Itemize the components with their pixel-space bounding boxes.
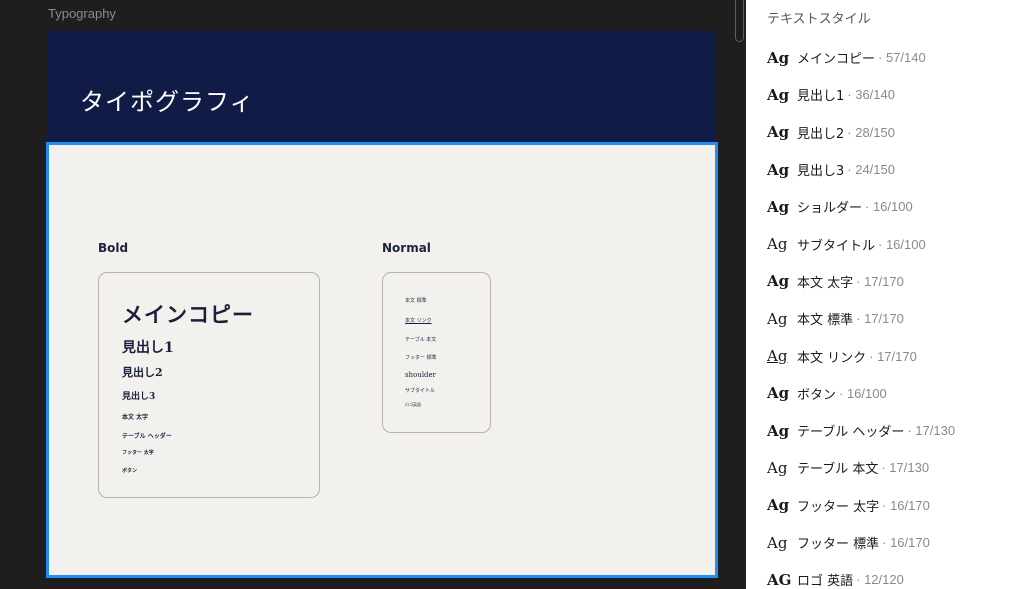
normal-styles-card[interactable]: 本文 標準 本文 リンク テーブル 本文 フッター 標準 shoulder サブ… [382,272,491,433]
style-size-meta: · 17/130 [881,460,930,476]
text-style-item[interactable]: AG ロゴ 英語 · 12/120 [746,561,1024,589]
text-style-item[interactable]: Ag サブタイトル · 16/100 [746,225,1024,262]
style-size-meta: · 16/100 [865,199,913,215]
sample-body-link: 本文 リンク [405,318,432,324]
style-size-meta: · 36/140 [847,87,895,103]
sample-table-header: テーブル ヘッダー [122,433,172,440]
style-size-meta: · 17/170 [856,273,904,289]
style-preview-icon: Ag [767,272,790,291]
style-size-meta: · 57/140 [878,50,926,66]
sample-footer-normal: フッター 標準 [405,355,437,361]
hero-frame[interactable]: タイポグラフィ [48,31,716,142]
style-preview-icon: Ag [767,85,790,104]
normal-heading: Normal [382,241,431,255]
hero-title[interactable]: タイポグラフィ [80,82,255,117]
text-style-item[interactable]: Ag 見出し1 · 36/140 [746,76,1024,113]
bold-styles-card[interactable]: メインコピー 見出し1 見出し2 見出し3 本文 太字 テーブル ヘッダー フッ… [98,272,320,498]
vertical-scrollbar[interactable] [735,0,744,42]
panel-title: テキストスタイル [767,12,871,27]
style-preview-icon: Ag [767,496,790,515]
style-preview-icon: Ag [767,309,788,328]
sample-heading-2: 見出し2 [122,366,163,379]
style-name: 見出し2 [797,126,845,142]
style-name: 見出し3 [797,164,845,180]
sample-body-normal: 本文 標準 [405,298,427,304]
style-size-meta: · 17/170 [869,348,917,364]
style-preview-icon: AG [767,570,792,589]
style-preview-icon: Ag [767,160,790,179]
text-style-item[interactable]: Ag 本文 標準 · 17/170 [746,300,1024,337]
sample-logo-english: ロゴ英語 [405,402,421,407]
text-style-item[interactable]: Ag 本文 太字 · 17/170 [746,263,1024,300]
style-name: ボタン [797,387,837,403]
text-style-item[interactable]: Ag テーブル ヘッダー · 17/130 [746,412,1024,449]
sample-table-body: テーブル 本文 [405,337,437,343]
style-preview-icon: Ag [767,347,788,366]
style-preview-icon: Ag [767,197,790,216]
text-style-item[interactable]: Ag 本文 リンク · 17/170 [746,337,1024,374]
selected-section-frame[interactable]: Bold Normal メインコピー 見出し1 見出し2 見出し3 本文 太字 … [46,142,718,578]
style-name: 見出し1 [797,89,845,105]
sample-footer-bold: フッター 太字 [122,450,154,456]
style-size-meta: · 16/170 [882,535,930,550]
text-style-item[interactable]: Ag ショルダー · 16/100 [746,188,1024,225]
text-style-item[interactable]: Ag フッター 太字 · 16/170 [746,487,1024,524]
sample-shoulder: shoulder [405,371,437,379]
sample-button: ボタン [122,468,138,474]
style-size-meta: · 16/100 [839,385,887,401]
design-canvas[interactable]: Typography タイポグラフィ Bold Normal メインコピー 見出… [0,0,746,589]
style-name: サブタイトル [797,238,876,254]
sample-heading-1: 見出し1 [122,340,174,356]
style-preview-icon: Ag [767,458,788,477]
text-style-item[interactable]: Ag 見出し3 · 24/150 [746,151,1024,188]
style-name: フッター 標準 [797,537,880,552]
style-preview-icon: Ag [767,123,790,142]
text-style-item[interactable]: Ag ボタン · 16/100 [746,375,1024,412]
style-size-meta: · 17/130 [907,423,956,439]
style-preview-icon: Ag [767,421,790,440]
style-preview-icon: Ag [767,235,788,254]
style-name: ロゴ 英語 [797,574,854,589]
text-style-item[interactable]: Ag メインコピー · 57/140 [746,39,1024,76]
sample-main-copy: メインコピー [122,302,254,327]
style-name: 本文 太字 [797,275,854,291]
style-size-meta: · 12/120 [856,572,904,588]
style-name: テーブル ヘッダー [797,425,905,441]
style-size-meta: · 17/170 [856,311,904,327]
text-styles-panel: テキストスタイル Ag メインコピー · 57/140 Ag 見出し1 · 36/140 A… [746,0,1024,589]
sample-body-bold: 本文 太字 [122,414,149,421]
text-style-item[interactable]: Ag テーブル 本文 · 17/130 [746,449,1024,486]
style-name: テーブル 本文 [797,462,879,478]
text-style-list: Ag メインコピー · 57/140 Ag 見出し1 · 36/140 Ag 見出し2 · 28… [746,39,1024,589]
style-name: ショルダー [797,201,863,217]
bold-heading: Bold [98,241,129,255]
style-name: 本文 標準 [797,313,854,329]
sample-heading-3: 見出し3 [122,392,156,402]
style-size-meta: · 28/150 [847,124,895,140]
frame-label[interactable]: Typography [48,6,116,21]
style-name: 本文 リンク [797,350,867,366]
text-style-item[interactable]: Ag フッター 標準 · 16/170 [746,524,1024,561]
sample-subtitle: サブタイトル [405,388,436,394]
style-preview-icon: Ag [767,533,788,552]
style-size-meta: · 16/170 [882,497,930,513]
style-preview-icon: Ag [767,384,790,403]
style-size-meta: · 24/150 [847,162,895,178]
text-style-item[interactable]: Ag 見出し2 · 28/150 [746,114,1024,151]
style-name: メインコピー [797,52,876,68]
style-size-meta: · 16/100 [878,236,926,252]
style-preview-icon: Ag [767,48,790,67]
style-name: フッター 太字 [797,499,880,515]
